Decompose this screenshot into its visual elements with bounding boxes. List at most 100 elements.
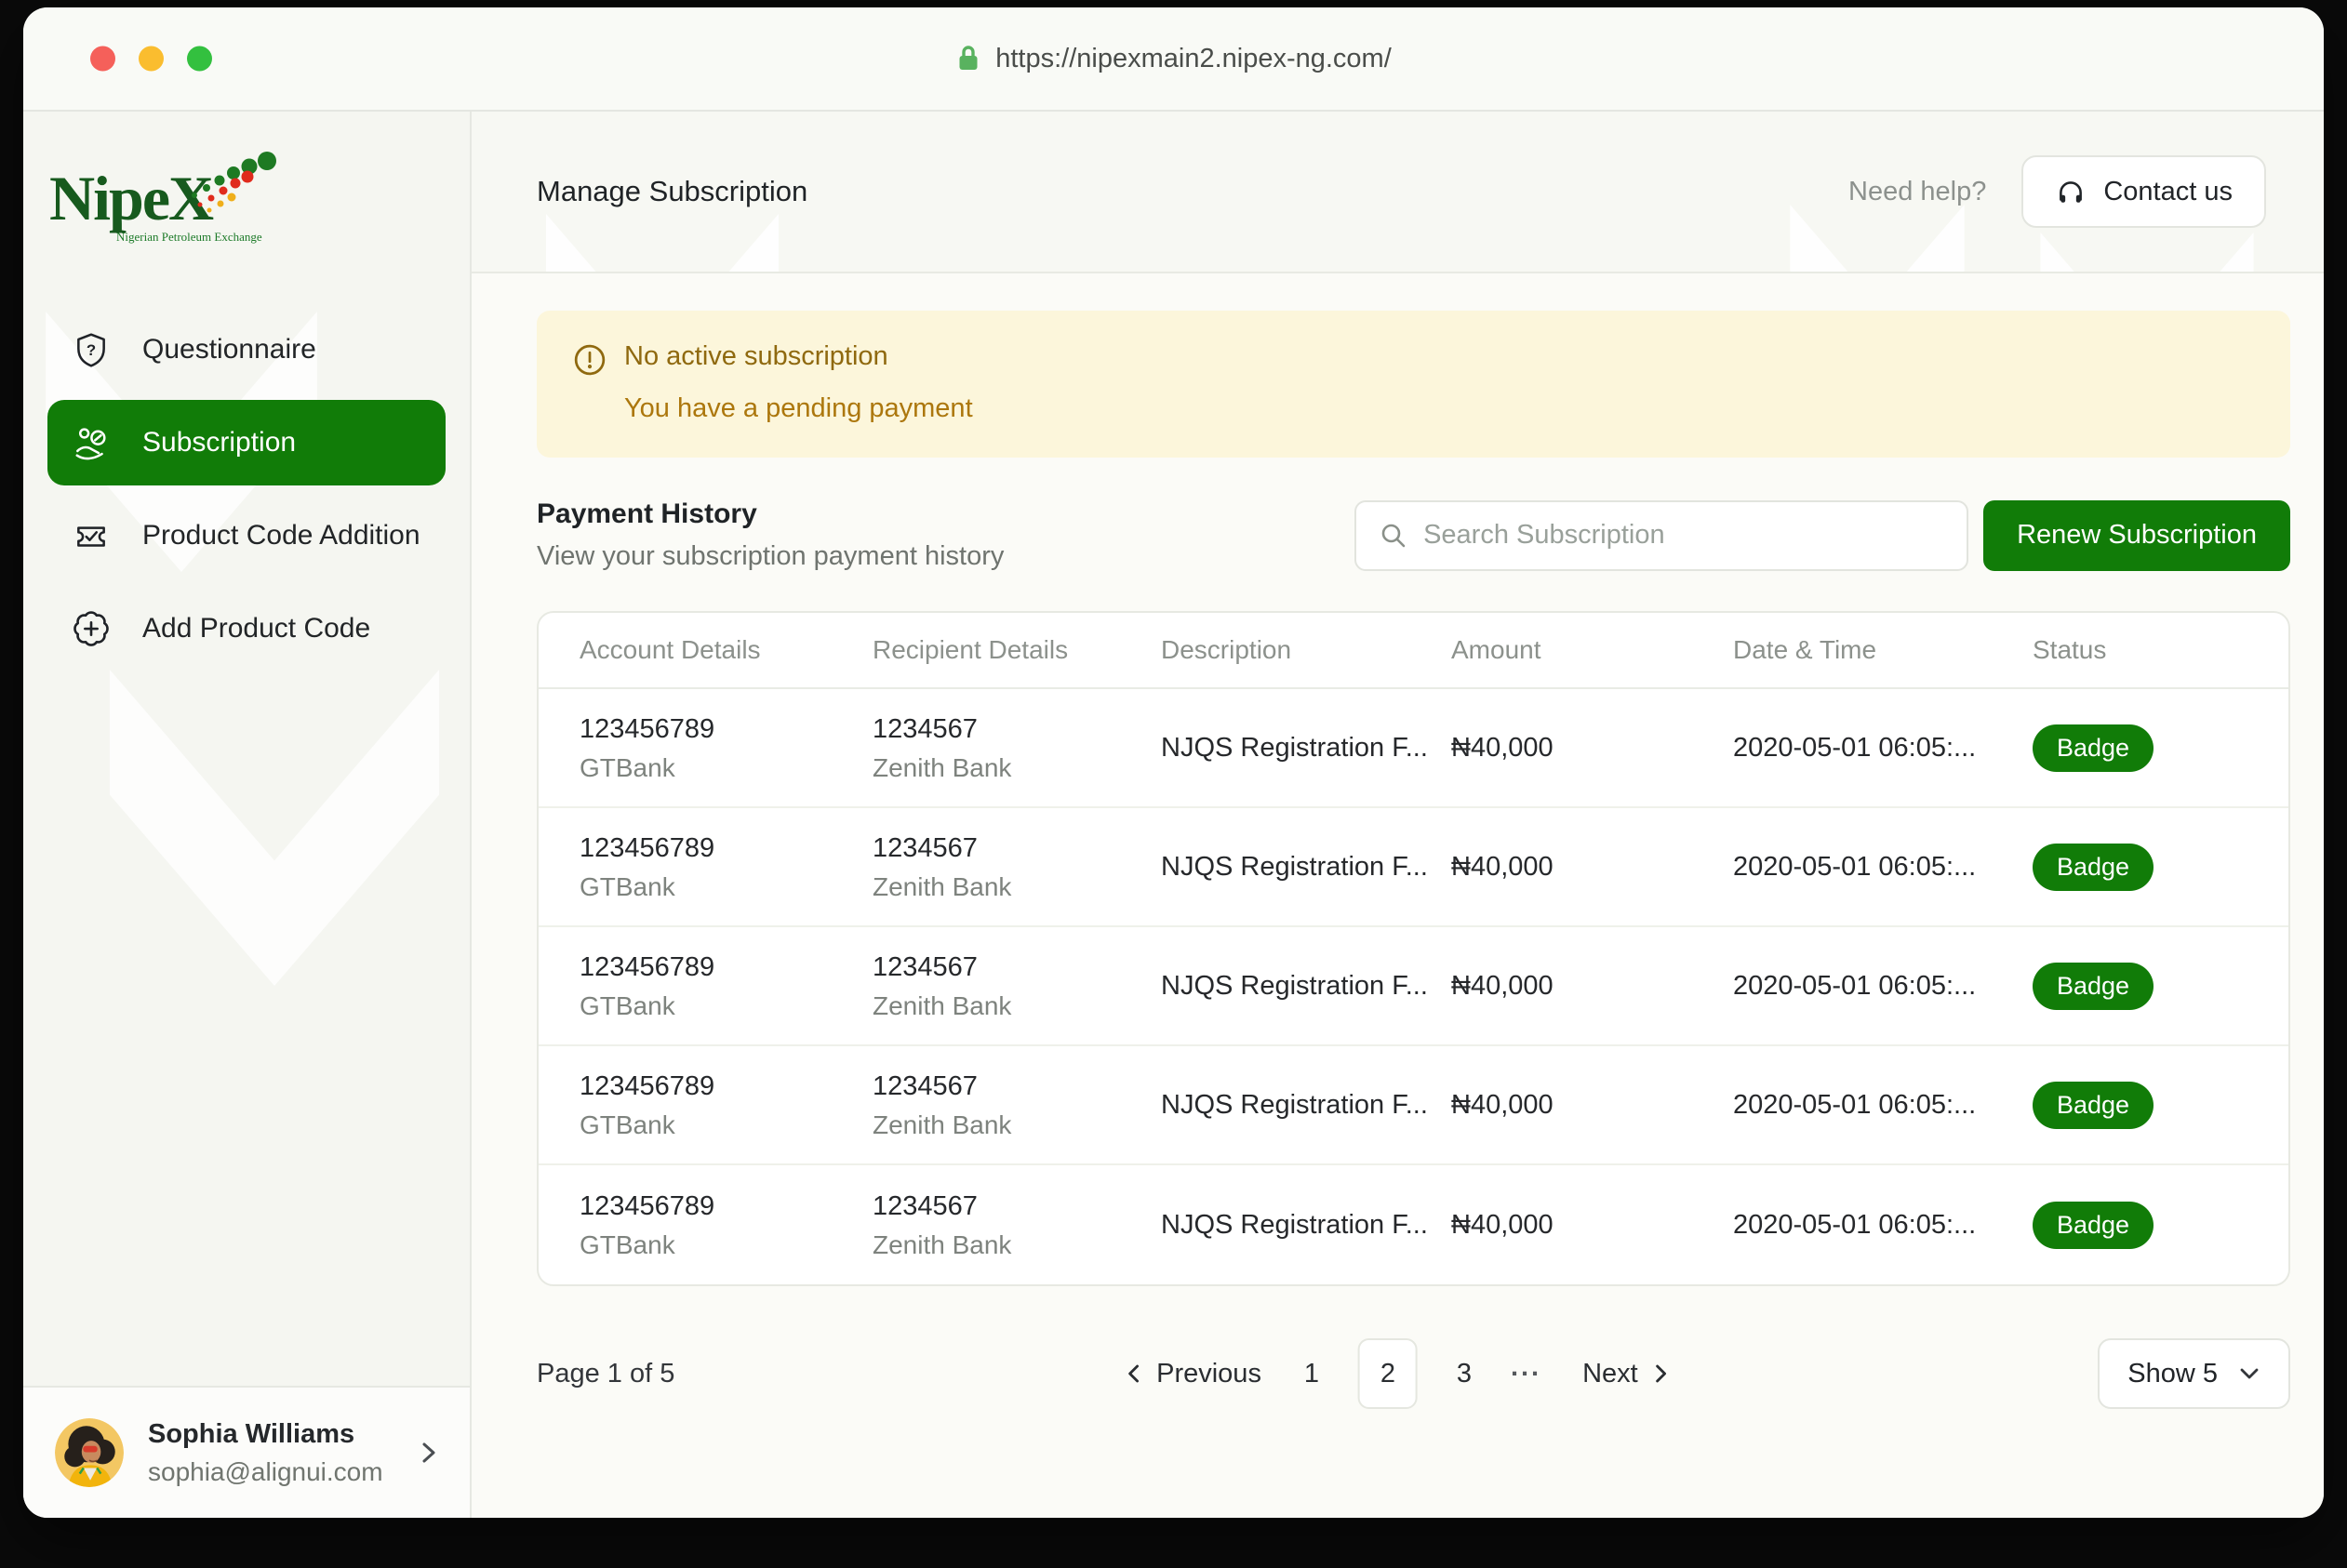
- close-window-button[interactable]: [90, 47, 115, 72]
- svg-text:?: ?: [87, 341, 96, 359]
- banner-subtitle: You have a pending payment: [624, 392, 2255, 424]
- profile-name: Sophia Williams: [148, 1419, 383, 1450]
- recipient-bank: Zenith Bank: [873, 1110, 1161, 1140]
- profile-email: sophia@alignui.com: [148, 1457, 383, 1487]
- account-bank: GTBank: [580, 991, 873, 1021]
- table-row: 123456789 GTBank 1234567 Zenith Bank NJQ…: [539, 927, 2288, 1046]
- cell-recipient-details: 1234567 Zenith Bank: [873, 831, 1161, 902]
- sidebar-item-product-code-addition[interactable]: Product Code Addition: [47, 493, 446, 578]
- zoom-window-button[interactable]: [187, 47, 212, 72]
- account-number: 123456789: [580, 1070, 873, 1103]
- sidebar: NipeX Nigerian Petroleum Exchange: [23, 112, 472, 1518]
- user-profile[interactable]: Sophia Williams sophia@alignui.com: [23, 1386, 470, 1518]
- account-bank: GTBank: [580, 1230, 873, 1260]
- cell-recipient-details: 1234567 Zenith Bank: [873, 1189, 1161, 1260]
- hand-coin-icon: [72, 423, 111, 462]
- sidebar-item-add-product-code[interactable]: Add Product Code: [47, 586, 446, 671]
- cell-description: NJQS Registration F...: [1161, 1210, 1451, 1241]
- search-input[interactable]: [1423, 520, 1944, 551]
- previous-label: Previous: [1156, 1359, 1261, 1389]
- cell-status: Badge: [2033, 844, 2288, 891]
- page-number-2-current[interactable]: 2: [1358, 1338, 1418, 1409]
- cell-description: NJQS Registration F...: [1161, 733, 1451, 764]
- ticket-check-icon: [72, 516, 111, 555]
- page-count-label: Page 1 of 5: [537, 1359, 674, 1389]
- page-size-dropdown[interactable]: Show 5: [2098, 1338, 2290, 1409]
- column-header-date-time: Date & Time: [1733, 635, 2033, 665]
- table-row: 123456789 GTBank 1234567 Zenith Bank NJQ…: [539, 1165, 2288, 1284]
- page-number-3[interactable]: 3: [1455, 1359, 1474, 1389]
- sidebar-nav: ? Questionnaire: [23, 307, 470, 671]
- chevron-right-icon[interactable]: [420, 1438, 438, 1468]
- cell-account-details: 123456789 GTBank: [580, 1189, 873, 1260]
- renew-subscription-button[interactable]: Renew Subscription: [1983, 500, 2290, 571]
- page-number-1[interactable]: 1: [1302, 1359, 1321, 1389]
- status-badge: Badge: [2033, 844, 2154, 891]
- status-badge: Badge: [2033, 724, 2154, 772]
- payment-history-table: Account Details Recipient Details Descri…: [537, 611, 2290, 1286]
- pagination-ellipsis[interactable]: ...: [1511, 1352, 1541, 1383]
- recipient-bank: Zenith Bank: [873, 1230, 1161, 1260]
- table-header-row: Account Details Recipient Details Descri…: [539, 613, 2288, 689]
- account-number: 123456789: [580, 1189, 873, 1223]
- minimize-window-button[interactable]: [139, 47, 164, 72]
- table-row: 123456789 GTBank 1234567 Zenith Bank NJQ…: [539, 689, 2288, 808]
- url-text: https://nipexmain2.nipex-ng.com/: [995, 44, 1392, 74]
- browser-window: https://nipexmain2.nipex-ng.com/ NipeX N…: [23, 7, 2324, 1518]
- recipient-number: 1234567: [873, 1070, 1161, 1103]
- avatar: [55, 1418, 124, 1487]
- sidebar-item-label: Subscription: [142, 427, 296, 458]
- recipient-number: 1234567: [873, 950, 1161, 984]
- sidebar-item-questionnaire[interactable]: ? Questionnaire: [47, 307, 446, 392]
- recipient-bank: Zenith Bank: [873, 991, 1161, 1021]
- cell-account-details: 123456789 GTBank: [580, 831, 873, 902]
- column-header-amount: Amount: [1451, 635, 1733, 665]
- cell-description: NJQS Registration F...: [1161, 971, 1451, 1002]
- cell-account-details: 123456789 GTBank: [580, 1070, 873, 1140]
- recipient-number: 1234567: [873, 831, 1161, 865]
- cell-description: NJQS Registration F...: [1161, 1090, 1451, 1121]
- account-number: 123456789: [580, 712, 873, 746]
- search-box: [1354, 500, 1968, 571]
- nipex-logo: NipeX Nigerian Petroleum Exchange: [49, 149, 470, 253]
- page-title: Manage Subscription: [537, 175, 807, 208]
- cell-date-time: 2020-05-01 06:05:...: [1733, 1210, 2033, 1241]
- chevron-down-icon: [2238, 1366, 2260, 1381]
- badge-plus-icon: [72, 609, 111, 648]
- cell-amount: ₦40,000: [1451, 852, 1733, 883]
- recipient-bank: Zenith Bank: [873, 872, 1161, 902]
- no-subscription-banner: No active subscription You have a pendin…: [537, 311, 2290, 458]
- browser-chrome: https://nipexmain2.nipex-ng.com/: [23, 7, 2324, 112]
- chevron-watermark: [2026, 233, 2268, 273]
- section-title: Payment History: [537, 498, 1004, 530]
- chevron-watermark: [107, 670, 442, 986]
- page-header: Manage Subscription Need help?: [472, 112, 2324, 273]
- content-area: No active subscription You have a pendin…: [472, 273, 2324, 1518]
- cell-status: Badge: [2033, 1202, 2288, 1249]
- column-header-account-details: Account Details: [580, 635, 873, 665]
- status-badge: Badge: [2033, 1082, 2154, 1129]
- payment-history-toolbar: Payment History View your subscription p…: [537, 498, 2290, 572]
- need-help-text: Need help?: [1848, 177, 1986, 207]
- account-bank: GTBank: [580, 1110, 873, 1140]
- contact-us-button[interactable]: Contact us: [2021, 155, 2266, 228]
- lock-icon: [955, 44, 981, 73]
- cell-recipient-details: 1234567 Zenith Bank: [873, 950, 1161, 1021]
- address-bar[interactable]: https://nipexmain2.nipex-ng.com/: [955, 44, 1392, 74]
- previous-page-button[interactable]: Previous: [1125, 1359, 1261, 1389]
- column-header-recipient-details: Recipient Details: [873, 635, 1161, 665]
- search-icon: [1379, 521, 1408, 551]
- chevron-right-icon: [1653, 1361, 1670, 1387]
- cell-status: Badge: [2033, 724, 2288, 772]
- cell-account-details: 123456789 GTBank: [580, 712, 873, 783]
- sidebar-item-label: Product Code Addition: [142, 520, 420, 551]
- section-subtitle: View your subscription payment history: [537, 541, 1004, 572]
- table-body: 123456789 GTBank 1234567 Zenith Bank NJQ…: [539, 689, 2288, 1284]
- cell-account-details: 123456789 GTBank: [580, 950, 873, 1021]
- sidebar-item-subscription[interactable]: Subscription: [47, 400, 446, 485]
- column-header-status: Status: [2033, 635, 2288, 665]
- next-page-button[interactable]: Next: [1582, 1359, 1670, 1389]
- sidebar-item-label: Add Product Code: [142, 613, 370, 644]
- logo-brand-text: NipeX: [49, 163, 214, 233]
- column-header-description: Description: [1161, 635, 1451, 665]
